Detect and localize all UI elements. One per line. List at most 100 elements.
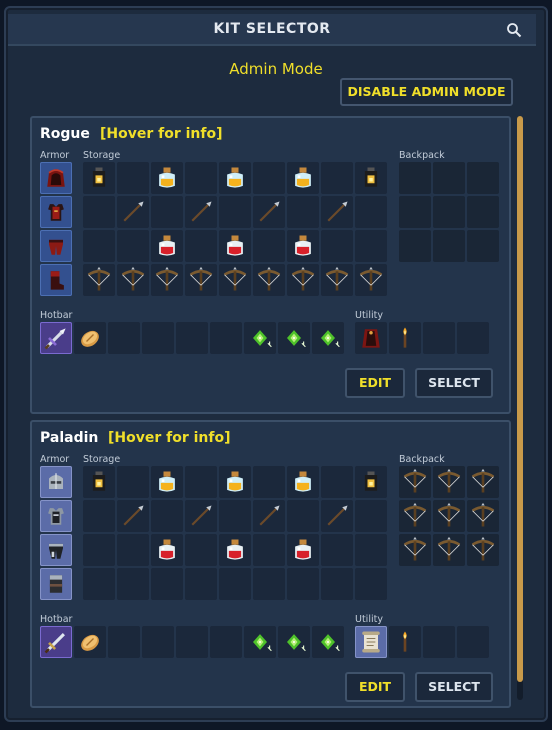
empty-slot[interactable]: [142, 322, 174, 354]
slot-green-gem[interactable]: [312, 626, 344, 658]
empty-slot[interactable]: [399, 162, 431, 194]
empty-slot[interactable]: [151, 196, 183, 228]
slot-potion-yellow[interactable]: [287, 162, 319, 194]
empty-slot[interactable]: [467, 230, 499, 262]
empty-slot[interactable]: [457, 626, 489, 658]
empty-slot[interactable]: [355, 230, 387, 262]
slot-potion-yellow[interactable]: [219, 162, 251, 194]
slot-crossbow[interactable]: [117, 264, 149, 296]
slot-potion-red[interactable]: [151, 534, 183, 566]
slot-crossbow[interactable]: [185, 264, 217, 296]
empty-slot[interactable]: [185, 534, 217, 566]
kit-info-hover[interactable]: [Hover for info]: [108, 430, 231, 446]
slot-spear[interactable]: [117, 196, 149, 228]
slot-iron-leggings[interactable]: [40, 534, 72, 566]
slot-green-gem[interactable]: [312, 322, 344, 354]
empty-slot[interactable]: [355, 196, 387, 228]
empty-slot[interactable]: [142, 626, 174, 658]
edit-button[interactable]: EDIT: [345, 368, 405, 398]
slot-potion-red[interactable]: [219, 230, 251, 262]
empty-slot[interactable]: [185, 230, 217, 262]
empty-slot[interactable]: [83, 568, 115, 600]
empty-slot[interactable]: [321, 568, 353, 600]
slot-potion-yellow[interactable]: [151, 466, 183, 498]
slot-green-gem[interactable]: [278, 626, 310, 658]
empty-slot[interactable]: [399, 230, 431, 262]
slot-crossbow[interactable]: [253, 264, 285, 296]
empty-slot[interactable]: [287, 500, 319, 532]
slot-lantern[interactable]: [83, 466, 115, 498]
empty-slot[interactable]: [433, 162, 465, 194]
slot-spear[interactable]: [253, 500, 285, 532]
slot-red-cloak[interactable]: [355, 322, 387, 354]
empty-slot[interactable]: [253, 568, 285, 600]
slot-torch[interactable]: [389, 626, 421, 658]
slot-crossbow[interactable]: [399, 466, 431, 498]
slot-crossbow[interactable]: [321, 264, 353, 296]
empty-slot[interactable]: [321, 466, 353, 498]
slot-potion-red[interactable]: [287, 534, 319, 566]
slot-red-boots[interactable]: [40, 264, 72, 296]
slot-crossbow[interactable]: [399, 534, 431, 566]
empty-slot[interactable]: [355, 500, 387, 532]
empty-slot[interactable]: [423, 322, 455, 354]
slot-potion-red[interactable]: [151, 230, 183, 262]
empty-slot[interactable]: [117, 162, 149, 194]
empty-slot[interactable]: [321, 230, 353, 262]
empty-slot[interactable]: [433, 196, 465, 228]
empty-slot[interactable]: [117, 466, 149, 498]
slot-potion-yellow[interactable]: [219, 466, 251, 498]
empty-slot[interactable]: [176, 626, 208, 658]
slot-crossbow[interactable]: [433, 500, 465, 532]
empty-slot[interactable]: [287, 196, 319, 228]
slot-crossbow[interactable]: [287, 264, 319, 296]
empty-slot[interactable]: [287, 568, 319, 600]
empty-slot[interactable]: [219, 500, 251, 532]
slot-potion-red[interactable]: [287, 230, 319, 262]
slot-lantern[interactable]: [355, 162, 387, 194]
slot-crossbow[interactable]: [219, 264, 251, 296]
empty-slot[interactable]: [253, 534, 285, 566]
empty-slot[interactable]: [176, 322, 208, 354]
empty-slot[interactable]: [433, 230, 465, 262]
slot-spear[interactable]: [117, 500, 149, 532]
slot-lantern[interactable]: [355, 466, 387, 498]
empty-slot[interactable]: [117, 568, 149, 600]
slot-spear[interactable]: [321, 500, 353, 532]
empty-slot[interactable]: [210, 322, 242, 354]
empty-slot[interactable]: [108, 322, 140, 354]
slot-crossbow[interactable]: [399, 500, 431, 532]
slot-torch[interactable]: [389, 322, 421, 354]
slot-red-leggings[interactable]: [40, 230, 72, 262]
slot-iron-boots[interactable]: [40, 568, 72, 600]
slot-sword[interactable]: [40, 626, 72, 658]
empty-slot[interactable]: [83, 500, 115, 532]
slot-green-gem[interactable]: [278, 322, 310, 354]
empty-slot[interactable]: [355, 534, 387, 566]
scrollbar-thumb[interactable]: [517, 116, 523, 682]
slot-dagger[interactable]: [40, 322, 72, 354]
empty-slot[interactable]: [219, 568, 251, 600]
empty-slot[interactable]: [467, 162, 499, 194]
slot-green-gem[interactable]: [244, 322, 276, 354]
slot-iron-helmet[interactable]: [40, 466, 72, 498]
empty-slot[interactable]: [399, 196, 431, 228]
empty-slot[interactable]: [253, 230, 285, 262]
slot-red-chestplate[interactable]: [40, 196, 72, 228]
slot-spear[interactable]: [321, 196, 353, 228]
slot-iron-chestplate[interactable]: [40, 500, 72, 532]
empty-slot[interactable]: [185, 466, 217, 498]
slot-bread[interactable]: [74, 322, 106, 354]
empty-slot[interactable]: [467, 196, 499, 228]
slot-green-gem[interactable]: [244, 626, 276, 658]
slot-potion-red[interactable]: [219, 534, 251, 566]
empty-slot[interactable]: [210, 626, 242, 658]
kit-info-hover[interactable]: [Hover for info]: [100, 126, 223, 142]
empty-slot[interactable]: [253, 466, 285, 498]
empty-slot[interactable]: [321, 534, 353, 566]
slot-spear[interactable]: [185, 196, 217, 228]
slot-red-hood[interactable]: [40, 162, 72, 194]
empty-slot[interactable]: [321, 162, 353, 194]
slot-crossbow[interactable]: [433, 534, 465, 566]
slot-bread[interactable]: [74, 626, 106, 658]
